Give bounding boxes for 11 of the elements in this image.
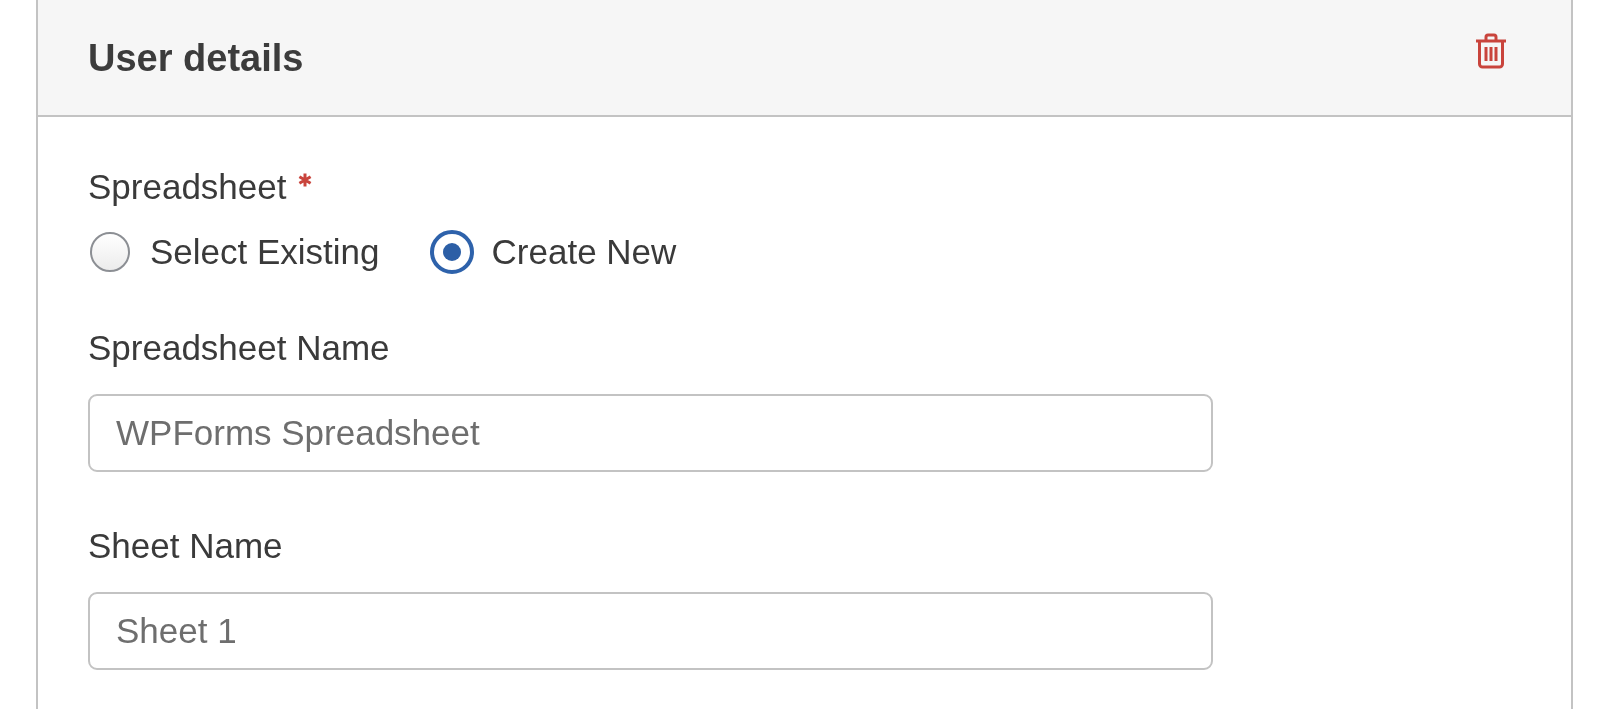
radio-label[interactable]: Create New <box>491 231 677 273</box>
radio-button[interactable] <box>429 230 474 274</box>
radio-label[interactable]: Select Existing <box>150 231 380 273</box>
radio-button[interactable] <box>90 232 130 272</box>
text-field[interactable]: Sheet 1 <box>88 592 1213 670</box>
panel-title: User details <box>88 35 304 81</box>
field-label: Spreadsheet <box>88 166 287 208</box>
field-label: Sheet Name <box>88 525 283 567</box>
text-field[interactable]: WPForms Spreadsheet <box>88 394 1213 472</box>
field-label: Spreadsheet Name <box>88 327 390 369</box>
trash-icon[interactable] <box>1475 32 1507 69</box>
